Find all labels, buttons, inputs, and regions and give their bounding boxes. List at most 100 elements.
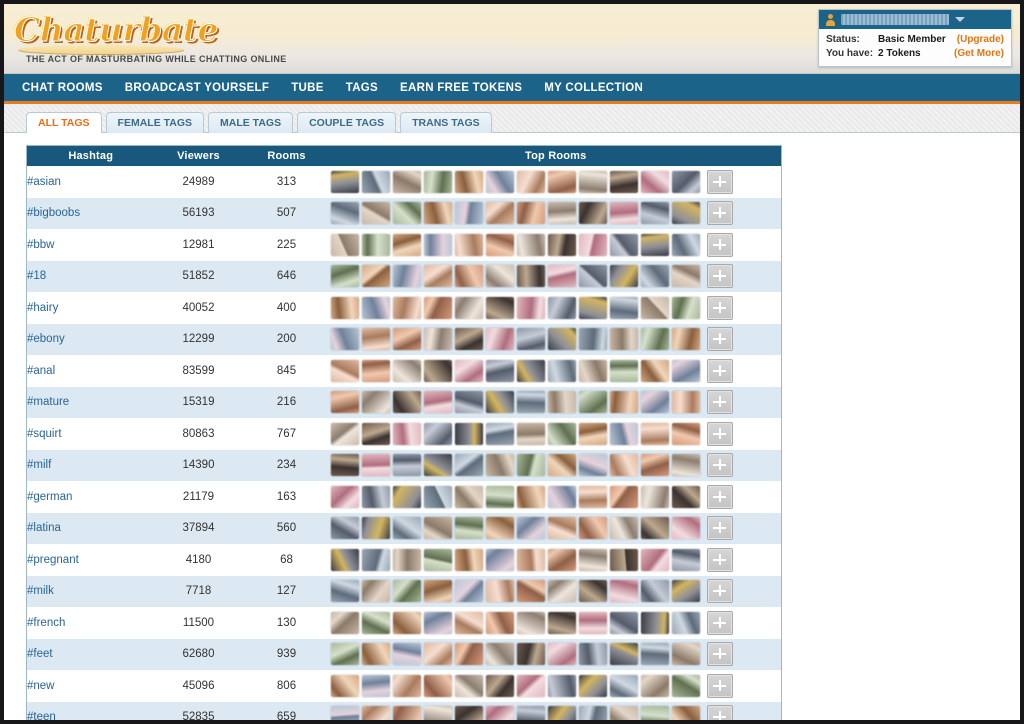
add-tag-button[interactable]	[706, 390, 733, 415]
room-thumbnail[interactable]	[361, 454, 390, 477]
room-thumbnail[interactable]	[516, 643, 545, 666]
hashtag-link[interactable]: #milf	[27, 450, 155, 482]
add-tag-button[interactable]	[706, 453, 733, 478]
chevron-down-icon[interactable]	[955, 17, 965, 22]
get-more-tokens-link[interactable]: (Get More)	[954, 47, 1004, 61]
room-thumbnail[interactable]	[671, 422, 700, 445]
room-thumbnail[interactable]	[578, 296, 607, 319]
room-thumbnail[interactable]	[485, 422, 514, 445]
room-thumbnail[interactable]	[516, 296, 545, 319]
room-thumbnail[interactable]	[392, 328, 421, 351]
room-thumbnail[interactable]	[454, 170, 483, 193]
room-thumbnail[interactable]	[640, 391, 669, 414]
room-thumbnail[interactable]	[361, 328, 390, 351]
room-thumbnail[interactable]	[671, 296, 700, 319]
room-thumbnail[interactable]	[485, 517, 514, 540]
room-thumbnail[interactable]	[671, 611, 700, 634]
hashtag-link[interactable]: #french	[27, 607, 155, 639]
column-header-hashtag[interactable]: Hashtag	[26, 145, 155, 166]
room-thumbnail[interactable]	[485, 643, 514, 666]
add-tag-button[interactable]	[706, 484, 733, 509]
room-thumbnail[interactable]	[392, 359, 421, 382]
account-user-bar[interactable]	[819, 10, 1011, 29]
hashtag-link[interactable]: #mature	[27, 387, 155, 419]
room-thumbnail[interactable]	[485, 265, 514, 288]
room-thumbnail[interactable]	[671, 328, 700, 351]
room-thumbnail[interactable]	[392, 265, 421, 288]
room-thumbnail[interactable]	[330, 674, 359, 697]
room-thumbnail[interactable]	[454, 391, 483, 414]
room-thumbnail[interactable]	[330, 328, 359, 351]
room-thumbnail[interactable]	[609, 706, 638, 720]
room-thumbnail[interactable]	[516, 485, 545, 508]
add-tag-button[interactable]	[706, 295, 733, 320]
room-thumbnail[interactable]	[609, 674, 638, 697]
table-row[interactable]: #pregnant 4180 68	[26, 544, 782, 576]
add-tag-button[interactable]	[706, 579, 733, 604]
room-thumbnail[interactable]	[485, 170, 514, 193]
room-thumbnail[interactable]	[516, 328, 545, 351]
room-thumbnail[interactable]	[640, 265, 669, 288]
hashtag-link[interactable]: #feet	[27, 639, 155, 671]
room-thumbnail[interactable]	[330, 359, 359, 382]
room-thumbnail[interactable]	[330, 643, 359, 666]
room-thumbnail[interactable]	[454, 454, 483, 477]
room-thumbnail[interactable]	[640, 517, 669, 540]
add-tag-button[interactable]	[706, 610, 733, 635]
room-thumbnail[interactable]	[361, 202, 390, 225]
room-thumbnail[interactable]	[454, 706, 483, 720]
room-thumbnail[interactable]	[485, 328, 514, 351]
add-tag-button[interactable]	[706, 642, 733, 667]
room-thumbnail[interactable]	[423, 517, 452, 540]
room-thumbnail[interactable]	[640, 548, 669, 571]
room-thumbnail[interactable]	[640, 674, 669, 697]
table-row[interactable]: #hairy 40052 400	[26, 292, 782, 324]
room-thumbnail[interactable]	[640, 359, 669, 382]
room-thumbnail[interactable]	[330, 517, 359, 540]
table-row[interactable]: #asian 24989 313	[26, 166, 782, 198]
room-thumbnail[interactable]	[485, 233, 514, 256]
room-thumbnail[interactable]	[330, 296, 359, 319]
room-thumbnail[interactable]	[330, 454, 359, 477]
room-thumbnail[interactable]	[361, 170, 390, 193]
room-thumbnail[interactable]	[454, 422, 483, 445]
room-thumbnail[interactable]	[671, 548, 700, 571]
room-thumbnail[interactable]	[547, 328, 576, 351]
room-thumbnail[interactable]	[640, 233, 669, 256]
room-thumbnail[interactable]	[578, 391, 607, 414]
room-thumbnail[interactable]	[454, 674, 483, 697]
room-thumbnail[interactable]	[516, 454, 545, 477]
room-thumbnail[interactable]	[640, 611, 669, 634]
room-thumbnail[interactable]	[423, 328, 452, 351]
add-tag-button[interactable]	[706, 547, 733, 572]
table-row[interactable]: #milf 14390 234	[26, 449, 782, 482]
room-thumbnail[interactable]	[609, 202, 638, 225]
tab-male-tags[interactable]: MALE TAGS	[208, 112, 294, 133]
hashtag-link[interactable]: #squirt	[27, 418, 155, 450]
table-row[interactable]: #teen 52835 659	[26, 701, 782, 720]
room-thumbnail[interactable]	[516, 265, 545, 288]
room-thumbnail[interactable]	[547, 485, 576, 508]
room-thumbnail[interactable]	[423, 706, 452, 720]
column-header-rooms[interactable]: Rooms	[242, 145, 331, 166]
room-thumbnail[interactable]	[547, 233, 576, 256]
room-thumbnail[interactable]	[485, 202, 514, 225]
room-thumbnail[interactable]	[578, 580, 607, 603]
room-thumbnail[interactable]	[361, 422, 390, 445]
room-thumbnail[interactable]	[671, 580, 700, 603]
room-thumbnail[interactable]	[361, 548, 390, 571]
room-thumbnail[interactable]	[454, 233, 483, 256]
room-thumbnail[interactable]	[640, 328, 669, 351]
hashtag-link[interactable]: #anal	[27, 355, 155, 387]
room-thumbnail[interactable]	[330, 580, 359, 603]
room-thumbnail[interactable]	[361, 359, 390, 382]
room-thumbnail[interactable]	[671, 643, 700, 666]
room-thumbnail[interactable]	[578, 674, 607, 697]
room-thumbnail[interactable]	[361, 517, 390, 540]
room-thumbnail[interactable]	[485, 454, 514, 477]
room-thumbnail[interactable]	[361, 296, 390, 319]
add-tag-button[interactable]	[706, 358, 733, 383]
table-row[interactable]: #18 51852 646	[26, 260, 782, 292]
room-thumbnail[interactable]	[671, 485, 700, 508]
room-thumbnail[interactable]	[392, 643, 421, 666]
